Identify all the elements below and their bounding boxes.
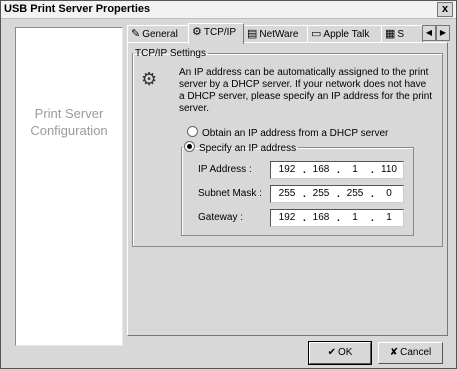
general-icon: ✎ xyxy=(131,28,141,40)
banner-line-2: Configuration xyxy=(30,123,108,138)
gateway-label: Gateway : xyxy=(198,212,244,223)
cancel-x-icon: ✘ xyxy=(389,347,399,358)
ip-octet-4: 110 xyxy=(381,164,397,175)
gateway-dot-1: . xyxy=(303,213,306,224)
ip-address-label: IP Address : xyxy=(198,164,252,175)
netware-icon: ▤ xyxy=(247,28,258,40)
ip-address-field[interactable]: 192 . 168 . 1 . 110 xyxy=(270,161,404,179)
left-banner-panel: Print Server Configuration xyxy=(15,27,123,346)
close-button[interactable]: x xyxy=(437,2,453,17)
specify-ip-label: Specify an IP address xyxy=(199,143,297,154)
tab-apple-talk-label: Apple Talk xyxy=(323,29,370,41)
network-config-icon: ⚙ xyxy=(141,69,158,89)
ok-label: OK xyxy=(337,347,353,358)
tab-tcpip-label: TCP/IP xyxy=(203,27,237,39)
tcpip-icon: ⚙ xyxy=(192,26,202,38)
ip-octet-2: 168 xyxy=(312,164,330,175)
cancel-label: Cancel xyxy=(400,347,432,358)
tab-netware[interactable]: ▤ NetWare xyxy=(243,25,308,43)
tab-snmp[interactable]: ▦ S xyxy=(381,25,423,43)
cancel-button[interactable]: ✘ Cancel xyxy=(378,342,443,364)
dhcp-option-radio[interactable]: Obtain an IP address from a DHCP server xyxy=(187,126,388,139)
tab-apple-talk[interactable]: ▭ Apple Talk xyxy=(307,25,382,43)
gateway-octet-2: 168 xyxy=(312,212,330,223)
ip-dot-3: . xyxy=(371,165,374,176)
mask-dot-3: . xyxy=(371,189,374,200)
info-text: An IP address can be automatically assig… xyxy=(179,67,433,114)
ok-check-icon: ✔ xyxy=(327,347,336,358)
banner-line-1: Print Server xyxy=(34,106,104,121)
gateway-dot-2: . xyxy=(337,213,340,224)
ok-button[interactable]: ✔ OK xyxy=(308,341,372,365)
gateway-dot-3: . xyxy=(371,213,374,224)
title-bar[interactable]: USB Print Server Properties x xyxy=(1,1,456,19)
mask-octet-1: 255 xyxy=(278,188,296,199)
tab-snmp-label: S xyxy=(397,29,405,41)
mask-octet-3: 255 xyxy=(346,188,364,199)
tab-strip: ✎ General ⚙ TCP/IP ▤ NetWare ▭ Apple Talk ▦ S… xyxy=(127,23,450,44)
tab-general[interactable]: ✎ General xyxy=(127,25,189,43)
mask-dot-2: . xyxy=(337,189,340,200)
gateway-field[interactable]: 192 . 168 . 1 . 1 xyxy=(270,209,404,227)
ip-dot-1: . xyxy=(303,165,306,176)
specify-ip-legend[interactable]: Specify an IP address xyxy=(182,141,298,154)
banner-text: Print Server Configuration xyxy=(16,105,122,139)
tcpip-settings-title: TCP/IP Settings xyxy=(135,48,206,59)
properties-window: USB Print Server Properties x Print Serv… xyxy=(0,0,457,369)
dhcp-radio-button[interactable] xyxy=(187,126,198,137)
snmp-icon: ▦ xyxy=(385,28,396,40)
tab-scroll-left-button[interactable]: ◀ xyxy=(422,25,436,41)
mask-dot-1: . xyxy=(303,189,306,200)
specify-ip-radio-button[interactable] xyxy=(184,141,195,152)
subnet-mask-field[interactable]: 255 . 255 . 255 . 0 xyxy=(270,185,404,203)
appletalk-icon: ▭ xyxy=(311,28,322,40)
dhcp-option-label: Obtain an IP address from a DHCP server xyxy=(202,128,389,139)
gateway-octet-4: 1 xyxy=(386,212,392,223)
tab-general-label: General xyxy=(142,29,178,41)
ip-dot-2: . xyxy=(337,165,340,176)
gateway-octet-1: 192 xyxy=(278,212,296,223)
ip-octet-3: 1 xyxy=(352,164,358,175)
gateway-octet-3: 1 xyxy=(352,212,358,223)
subnet-mask-label: Subnet Mask : xyxy=(198,188,262,199)
window-title: USB Print Server Properties xyxy=(4,3,151,15)
tab-tcpip[interactable]: ⚙ TCP/IP xyxy=(188,23,244,44)
tab-netware-label: NetWare xyxy=(259,29,299,41)
tab-scroll-right-button[interactable]: ▶ xyxy=(436,25,450,41)
mask-octet-2: 255 xyxy=(312,188,330,199)
mask-octet-4: 0 xyxy=(386,188,392,199)
ip-octet-1: 192 xyxy=(278,164,296,175)
